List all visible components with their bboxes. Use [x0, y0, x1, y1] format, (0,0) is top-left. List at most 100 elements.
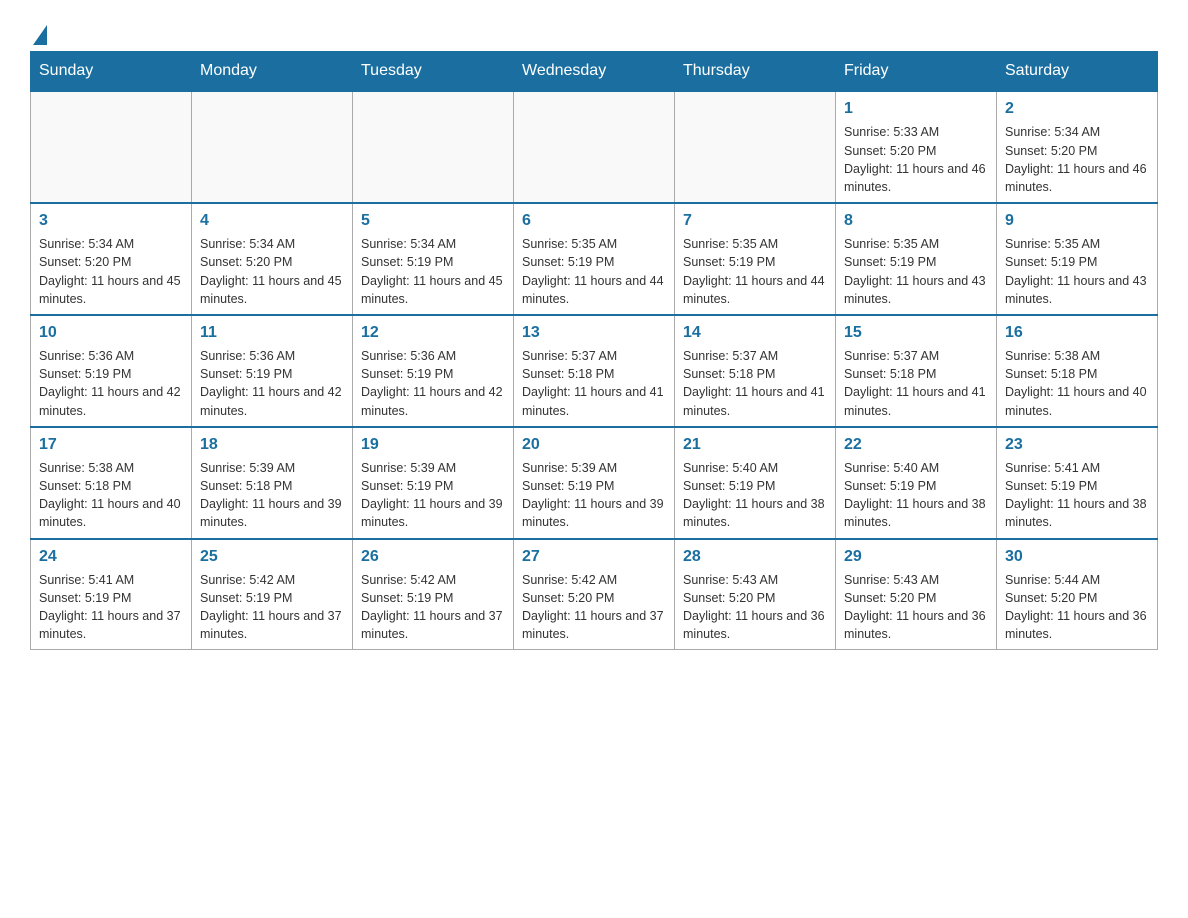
calendar-cell: 28 Sunrise: 5:43 AMSunset: 5:20 PMDayligh…: [675, 539, 836, 650]
calendar-cell: 14Sunrise: 5:37 AMSunset: 5:18 PMDayligh…: [675, 315, 836, 427]
day-info: Sunrise: 5:37 AMSunset: 5:18 PMDaylight:…: [844, 347, 988, 420]
calendar-cell: 10Sunrise: 5:36 AMSunset: 5:19 PMDayligh…: [31, 315, 192, 427]
column-header-friday: Friday: [836, 52, 997, 92]
day-info: Sunrise: 5:41 AMSunset: 5:19 PMDaylight:…: [39, 571, 183, 644]
week-row-5: 24 Sunrise: 5:41 AMSunset: 5:19 PMDayligh…: [31, 539, 1158, 650]
calendar-cell: 8 Sunrise: 5:35 AMSunset: 5:19 PMDaylight…: [836, 203, 997, 315]
calendar-cell: 7 Sunrise: 5:35 AMSunset: 5:19 PMDaylight…: [675, 203, 836, 315]
day-number: 6: [522, 210, 666, 232]
day-number: 30: [1005, 546, 1149, 568]
day-info: Sunrise: 5:35 AMSunset: 5:19 PMDaylight:…: [1005, 235, 1149, 308]
calendar-cell: 23Sunrise: 5:41 AMSunset: 5:19 PMDayligh…: [997, 427, 1158, 539]
column-header-monday: Monday: [192, 52, 353, 92]
calendar-table: SundayMondayTuesdayWednesdayThursdayFrid…: [30, 51, 1158, 650]
column-header-tuesday: Tuesday: [353, 52, 514, 92]
week-row-3: 10Sunrise: 5:36 AMSunset: 5:19 PMDayligh…: [31, 315, 1158, 427]
day-info: Sunrise: 5:37 AMSunset: 5:18 PMDaylight:…: [522, 347, 666, 420]
day-number: 28: [683, 546, 827, 568]
day-number: 11: [200, 322, 344, 344]
calendar-cell: 25 Sunrise: 5:42 AMSunset: 5:19 PMDayligh…: [192, 539, 353, 650]
day-info: Sunrise: 5:43 AMSunset: 5:20 PMDaylight:…: [683, 571, 827, 644]
day-info: Sunrise: 5:36 AMSunset: 5:19 PMDaylight:…: [361, 347, 505, 420]
day-number: 13: [522, 322, 666, 344]
day-info: Sunrise: 5:34 AMSunset: 5:20 PMDaylight:…: [1005, 123, 1149, 196]
day-number: 9: [1005, 210, 1149, 232]
page-header: [30, 20, 1158, 41]
column-header-wednesday: Wednesday: [514, 52, 675, 92]
day-number: 5: [361, 210, 505, 232]
day-info: Sunrise: 5:44 AMSunset: 5:20 PMDaylight:…: [1005, 571, 1149, 644]
day-number: 22: [844, 434, 988, 456]
calendar-cell: 17Sunrise: 5:38 AMSunset: 5:18 PMDayligh…: [31, 427, 192, 539]
day-number: 7: [683, 210, 827, 232]
week-row-1: 1 Sunrise: 5:33 AMSunset: 5:20 PMDaylight…: [31, 91, 1158, 203]
calendar-cell: 29 Sunrise: 5:43 AMSunset: 5:20 PMDayligh…: [836, 539, 997, 650]
calendar-cell: 27 Sunrise: 5:42 AMSunset: 5:20 PMDayligh…: [514, 539, 675, 650]
day-number: 27: [522, 546, 666, 568]
calendar-cell: [514, 91, 675, 203]
day-info: Sunrise: 5:34 AMSunset: 5:20 PMDaylight:…: [200, 235, 344, 308]
day-number: 24: [39, 546, 183, 568]
calendar-cell: 19 Sunrise: 5:39 AMSunset: 5:19 PMDayligh…: [353, 427, 514, 539]
day-number: 3: [39, 210, 183, 232]
day-number: 2: [1005, 98, 1149, 120]
day-number: 1: [844, 98, 988, 120]
calendar-cell: 13 Sunrise: 5:37 AMSunset: 5:18 PMDayligh…: [514, 315, 675, 427]
day-info: Sunrise: 5:35 AMSunset: 5:19 PMDaylight:…: [683, 235, 827, 308]
day-info: Sunrise: 5:41 AMSunset: 5:19 PMDaylight:…: [1005, 459, 1149, 532]
calendar-cell: 26Sunrise: 5:42 AMSunset: 5:19 PMDayligh…: [353, 539, 514, 650]
day-info: Sunrise: 5:38 AMSunset: 5:18 PMDaylight:…: [39, 459, 183, 532]
day-number: 18: [200, 434, 344, 456]
day-info: Sunrise: 5:36 AMSunset: 5:19 PMDaylight:…: [39, 347, 183, 420]
calendar-cell: 15 Sunrise: 5:37 AMSunset: 5:18 PMDayligh…: [836, 315, 997, 427]
day-info: Sunrise: 5:36 AMSunset: 5:19 PMDaylight:…: [200, 347, 344, 420]
column-header-saturday: Saturday: [997, 52, 1158, 92]
calendar-cell: 18 Sunrise: 5:39 AMSunset: 5:18 PMDayligh…: [192, 427, 353, 539]
calendar-cell: 5 Sunrise: 5:34 AMSunset: 5:19 PMDaylight…: [353, 203, 514, 315]
day-number: 4: [200, 210, 344, 232]
column-header-thursday: Thursday: [675, 52, 836, 92]
calendar-cell: [675, 91, 836, 203]
day-info: Sunrise: 5:39 AMSunset: 5:18 PMDaylight:…: [200, 459, 344, 532]
calendar-cell: 2 Sunrise: 5:34 AMSunset: 5:20 PMDaylight…: [997, 91, 1158, 203]
day-number: 8: [844, 210, 988, 232]
calendar-cell: 16 Sunrise: 5:38 AMSunset: 5:18 PMDayligh…: [997, 315, 1158, 427]
day-info: Sunrise: 5:39 AMSunset: 5:19 PMDaylight:…: [361, 459, 505, 532]
day-number: 12: [361, 322, 505, 344]
calendar-cell: [353, 91, 514, 203]
calendar-cell: 9 Sunrise: 5:35 AMSunset: 5:19 PMDaylight…: [997, 203, 1158, 315]
day-info: Sunrise: 5:38 AMSunset: 5:18 PMDaylight:…: [1005, 347, 1149, 420]
calendar-cell: 22 Sunrise: 5:40 AMSunset: 5:19 PMDayligh…: [836, 427, 997, 539]
calendar-cell: 24 Sunrise: 5:41 AMSunset: 5:19 PMDayligh…: [31, 539, 192, 650]
day-info: Sunrise: 5:42 AMSunset: 5:19 PMDaylight:…: [200, 571, 344, 644]
day-number: 19: [361, 434, 505, 456]
day-number: 25: [200, 546, 344, 568]
day-info: Sunrise: 5:33 AMSunset: 5:20 PMDaylight:…: [844, 123, 988, 196]
day-info: Sunrise: 5:40 AMSunset: 5:19 PMDaylight:…: [844, 459, 988, 532]
day-info: Sunrise: 5:40 AMSunset: 5:19 PMDaylight:…: [683, 459, 827, 532]
day-info: Sunrise: 5:37 AMSunset: 5:18 PMDaylight:…: [683, 347, 827, 420]
day-info: Sunrise: 5:39 AMSunset: 5:19 PMDaylight:…: [522, 459, 666, 532]
calendar-cell: 4 Sunrise: 5:34 AMSunset: 5:20 PMDaylight…: [192, 203, 353, 315]
calendar-cell: [31, 91, 192, 203]
day-number: 16: [1005, 322, 1149, 344]
calendar-cell: 11 Sunrise: 5:36 AMSunset: 5:19 PMDayligh…: [192, 315, 353, 427]
day-info: Sunrise: 5:43 AMSunset: 5:20 PMDaylight:…: [844, 571, 988, 644]
calendar-cell: 21 Sunrise: 5:40 AMSunset: 5:19 PMDayligh…: [675, 427, 836, 539]
calendar-cell: 6 Sunrise: 5:35 AMSunset: 5:19 PMDaylight…: [514, 203, 675, 315]
day-number: 29: [844, 546, 988, 568]
day-info: Sunrise: 5:35 AMSunset: 5:19 PMDaylight:…: [522, 235, 666, 308]
day-info: Sunrise: 5:34 AMSunset: 5:19 PMDaylight:…: [361, 235, 505, 308]
calendar-cell: 20 Sunrise: 5:39 AMSunset: 5:19 PMDayligh…: [514, 427, 675, 539]
calendar-header-row: SundayMondayTuesdayWednesdayThursdayFrid…: [31, 52, 1158, 92]
day-info: Sunrise: 5:42 AMSunset: 5:20 PMDaylight:…: [522, 571, 666, 644]
calendar-cell: 30 Sunrise: 5:44 AMSunset: 5:20 PMDayligh…: [997, 539, 1158, 650]
week-row-2: 3 Sunrise: 5:34 AMSunset: 5:20 PMDaylight…: [31, 203, 1158, 315]
day-number: 15: [844, 322, 988, 344]
day-info: Sunrise: 5:34 AMSunset: 5:20 PMDaylight:…: [39, 235, 183, 308]
day-info: Sunrise: 5:35 AMSunset: 5:19 PMDaylight:…: [844, 235, 988, 308]
day-number: 21: [683, 434, 827, 456]
week-row-4: 17Sunrise: 5:38 AMSunset: 5:18 PMDayligh…: [31, 427, 1158, 539]
day-number: 20: [522, 434, 666, 456]
day-info: Sunrise: 5:42 AMSunset: 5:19 PMDaylight:…: [361, 571, 505, 644]
